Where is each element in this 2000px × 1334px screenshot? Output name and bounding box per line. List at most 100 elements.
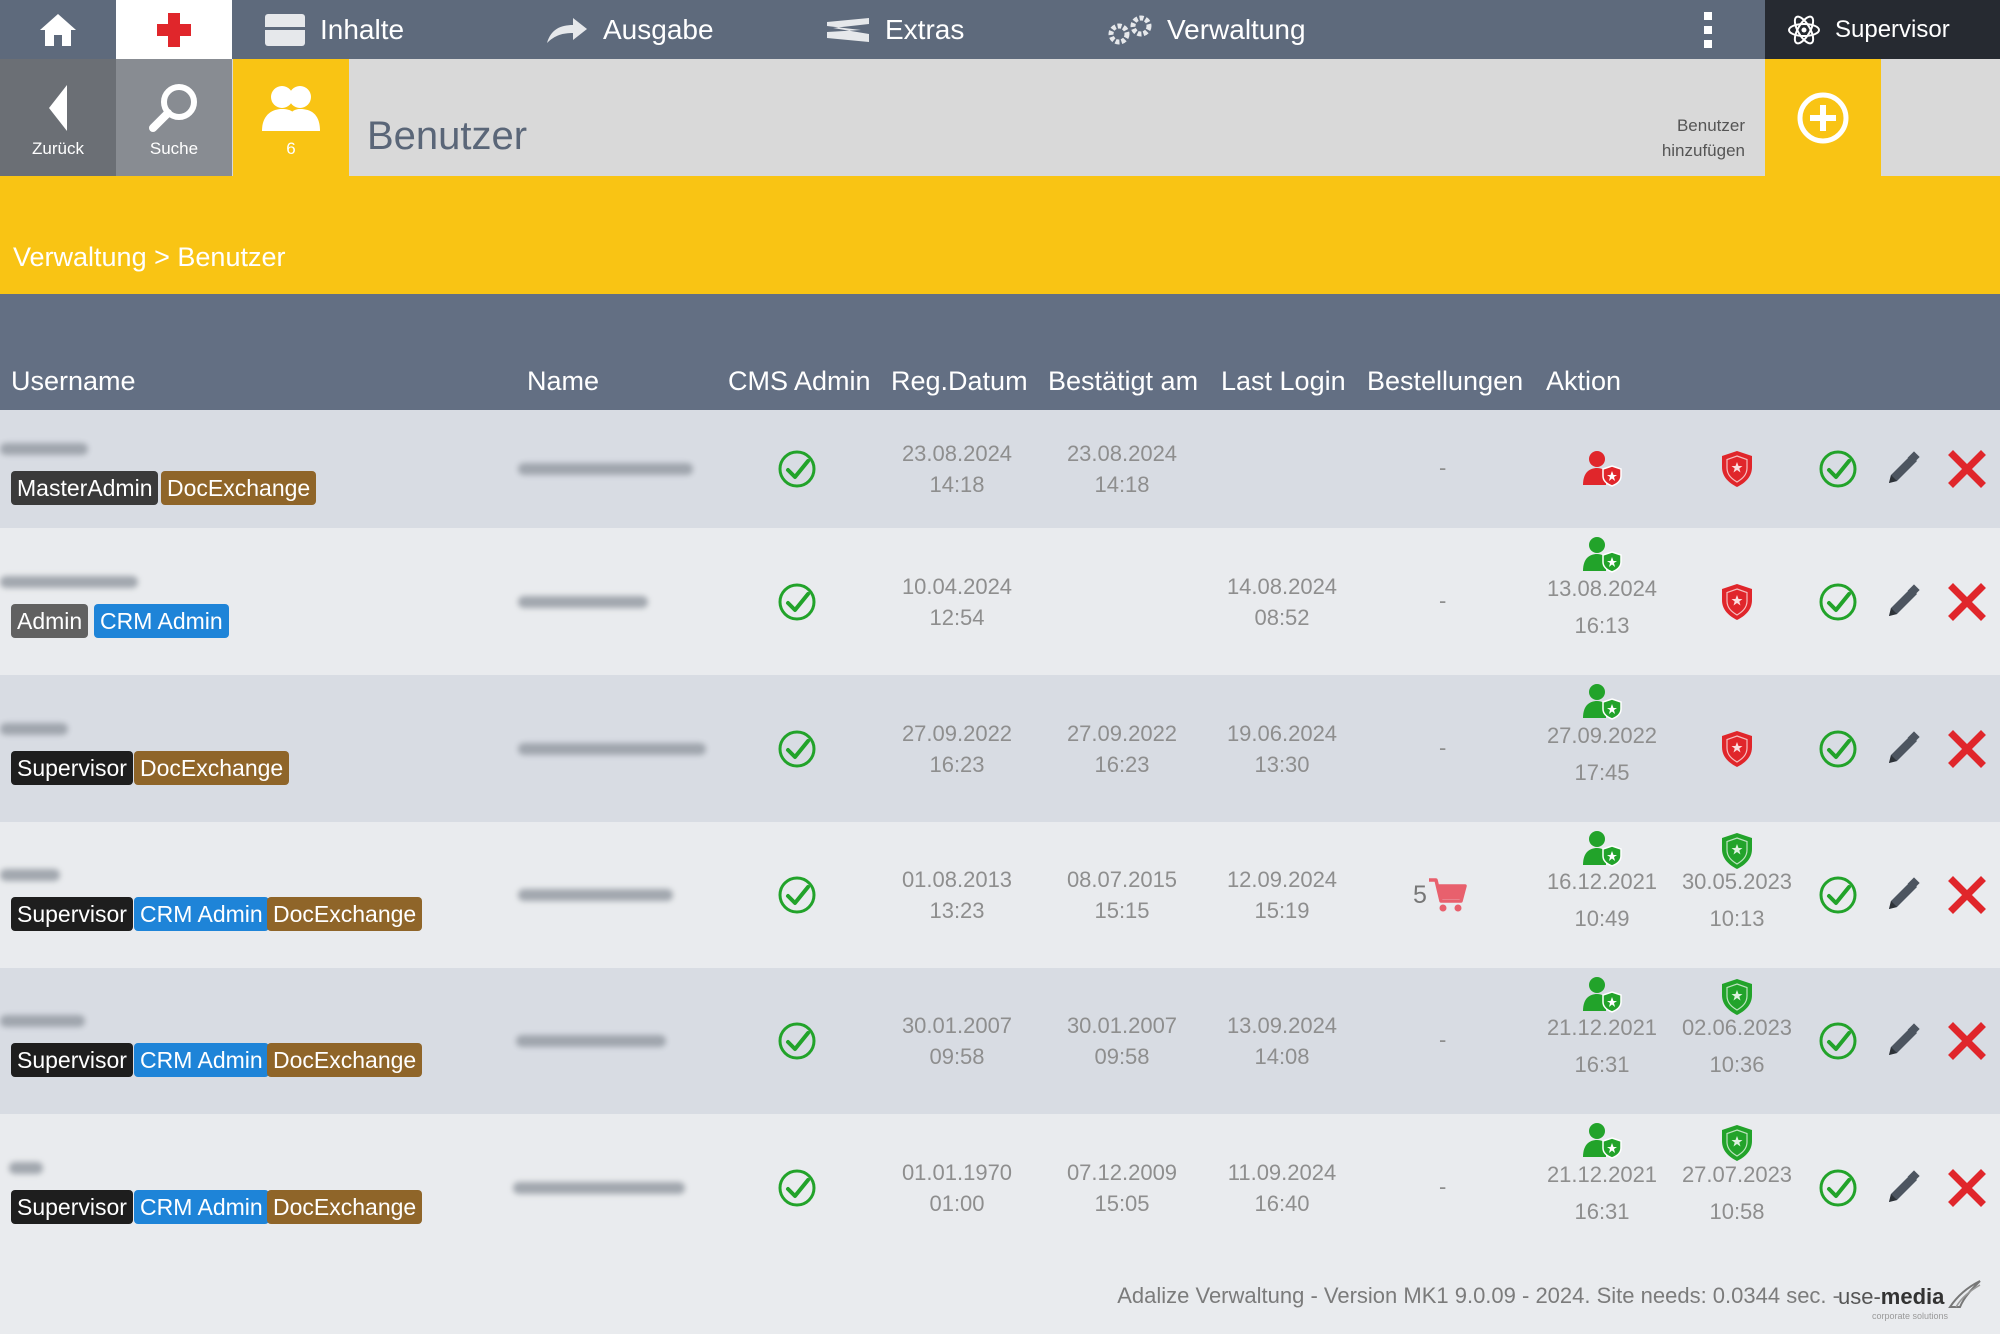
plus-circle-icon [1797, 92, 1849, 143]
role-badge-crm-admin[interactable]: CRM Admin [134, 897, 269, 931]
role-badge-crm-admin[interactable]: CRM Admin [134, 1189, 269, 1224]
table-row[interactable]: Supervisor DocExchange 27.09.2022 16:23 27.0… [0, 675, 2000, 822]
table-header: Username Name CMS Admin Reg.Datum Bestät… [0, 294, 2000, 410]
activate-check-icon[interactable] [1818, 1021, 1858, 1061]
security-shield-red-icon[interactable] [1720, 450, 1754, 488]
brand-logo[interactable]: use-media [1838, 1284, 1944, 1310]
column-header-name[interactable]: Name [527, 366, 599, 397]
role-badge-supervisor[interactable]: Supervisor [11, 1189, 133, 1224]
medical-cross-button[interactable] [116, 0, 232, 59]
shield-status-date-time: 10:58 [1709, 1198, 1765, 1224]
delete-icon[interactable] [1948, 1022, 1986, 1060]
last-login-time: 15:19 [1254, 898, 1310, 923]
table-row[interactable]: Admin CRM Admin 10.04.2024 12:54 14.08.2024 0… [0, 528, 2000, 675]
table-row[interactable]: Supervisor CRM Admin DocExchange 30.01.2007… [0, 968, 2000, 1114]
bestaetigt-am: 30.01.2007 09:58 [1037, 1010, 1207, 1072]
more-menu-button[interactable] [1690, 0, 1726, 59]
delete-icon[interactable] [1948, 582, 1986, 621]
user-status-green-icon[interactable] [1582, 1122, 1622, 1160]
delete-icon[interactable] [1948, 1168, 1986, 1207]
reg-datum-date: 23.08.2024 [901, 441, 1013, 466]
breadcrumb-verwaltung[interactable]: Verwaltung [13, 242, 147, 272]
users-count-button[interactable]: 6 [233, 59, 349, 176]
shield-status-date-day: 30.05.2023 [1681, 869, 1793, 894]
nav-item-ausgabe[interactable]: Ausgabe [545, 0, 714, 59]
activate-check-icon[interactable] [1818, 582, 1858, 622]
user-status-date: 13.08.2024 16:13 [1522, 570, 1682, 644]
user-status-date-time: 17:45 [1574, 759, 1630, 785]
user-status-date-day: 27.09.2022 [1546, 722, 1658, 748]
column-header-bestaetigt-am[interactable]: Bestätigt am [1048, 366, 1198, 397]
role-badge-supervisor[interactable]: Supervisor [11, 1043, 133, 1077]
table-row[interactable]: Supervisor CRM Admin DocExchange 01.08.2013… [0, 822, 2000, 968]
role-badge-docexchange[interactable]: DocExchange [134, 750, 290, 785]
last-login-date: 12.09.2024 [1226, 867, 1338, 892]
extras-icon [827, 17, 869, 42]
user-status-red-icon[interactable] [1582, 450, 1622, 488]
delete-icon[interactable] [1948, 729, 1986, 768]
user-status-green-icon[interactable] [1582, 683, 1622, 721]
users-count: 6 [286, 138, 296, 158]
last-login-time: 13:30 [1254, 751, 1310, 777]
table-row[interactable]: Supervisor CRM Admin DocExchange 01.01.1970… [0, 1114, 2000, 1261]
nav-item-verwaltung[interactable]: Verwaltung [1107, 0, 1306, 59]
edit-pencil-icon[interactable] [1883, 1021, 1923, 1061]
role-badge-docexchange[interactable]: DocExchange [267, 1189, 423, 1224]
delete-icon[interactable] [1948, 876, 1986, 914]
orders-link[interactable]: 5 [1413, 877, 1467, 913]
activate-check-icon[interactable] [1818, 729, 1858, 769]
role-badge-supervisor[interactable]: Supervisor [11, 897, 133, 931]
edit-pencil-icon[interactable] [1883, 729, 1923, 769]
username-redacted [0, 722, 68, 735]
role-badge-crm-admin[interactable]: CRM Admin [134, 1043, 269, 1077]
role-badge-docexchange[interactable]: DocExchange [267, 897, 423, 931]
reg-datum-time: 01:00 [929, 1190, 985, 1216]
column-header-bestellungen[interactable]: Bestellungen [1367, 366, 1523, 397]
nav-label: Ausgabe [603, 13, 714, 45]
edit-pencil-icon[interactable] [1883, 875, 1923, 915]
last-login: 11.09.2024 16:40 [1197, 1157, 1367, 1219]
column-header-reg-datum[interactable]: Reg.Datum [891, 366, 1028, 397]
role-badge-crm-admin[interactable]: CRM Admin [94, 603, 229, 638]
bestaetigt-am-date: 30.01.2007 [1066, 1013, 1178, 1038]
last-login-date: 11.09.2024 [1227, 1159, 1337, 1185]
column-header-aktion: Aktion [1546, 366, 1622, 396]
nav-item-inhalte[interactable]: Inhalte [264, 0, 404, 59]
activate-check-icon[interactable] [1818, 875, 1858, 915]
user-menu-button[interactable]: Supervisor [1765, 0, 2000, 59]
delete-icon[interactable] [1948, 450, 1986, 488]
edit-pencil-icon[interactable] [1883, 582, 1923, 622]
shield-status-date-time: 10:36 [1709, 1052, 1765, 1077]
last-login: 19.06.2024 13:30 [1197, 718, 1367, 780]
home-button[interactable] [0, 0, 116, 59]
orders-empty: - [1439, 1173, 1447, 1199]
shield-status-date-day: 02.06.2023 [1681, 1015, 1793, 1040]
cms-admin-check-icon [778, 450, 816, 488]
column-header-last-login[interactable]: Last Login [1221, 366, 1346, 397]
nav-item-extras[interactable]: Extras [825, 0, 964, 59]
security-shield-red-icon[interactable] [1720, 730, 1754, 768]
table-row[interactable]: MasterAdmin DocExchange 23.08.2024 14:18 23.… [0, 410, 2000, 528]
user-status-green-icon[interactable] [1582, 536, 1622, 574]
search-button[interactable]: Suche [116, 59, 232, 176]
brand-prefix: use- [1838, 1284, 1881, 1309]
role-badge-docexchange[interactable]: DocExchange [267, 1043, 423, 1077]
role-badge-supervisor[interactable]: Supervisor [11, 750, 133, 785]
bestaetigt-am: 23.08.2024 14:18 [1037, 438, 1207, 500]
activate-check-icon[interactable] [1818, 449, 1858, 489]
reg-datum-date: 10.04.2024 [901, 573, 1013, 599]
role-badge-masteradmin[interactable]: MasterAdmin [11, 471, 159, 505]
edit-pencil-icon[interactable] [1883, 1168, 1923, 1208]
shield-status-date: 30.05.2023 10:13 [1657, 863, 1817, 937]
column-header-username[interactable]: Username [11, 366, 136, 397]
security-shield-red-icon[interactable] [1720, 583, 1754, 621]
add-user-button[interactable] [1765, 59, 1881, 176]
role-badge-admin[interactable]: Admin [11, 603, 89, 638]
activate-check-icon[interactable] [1818, 1168, 1858, 1208]
column-header-cms-admin[interactable]: CMS Admin [728, 366, 871, 397]
breadcrumb-benutzer[interactable]: Benutzer [177, 242, 285, 272]
role-badge-docexchange[interactable]: DocExchange [161, 471, 317, 505]
edit-pencil-icon[interactable] [1883, 449, 1923, 489]
cms-admin-check-icon [778, 1169, 816, 1206]
back-button[interactable]: Zurück [0, 59, 116, 176]
